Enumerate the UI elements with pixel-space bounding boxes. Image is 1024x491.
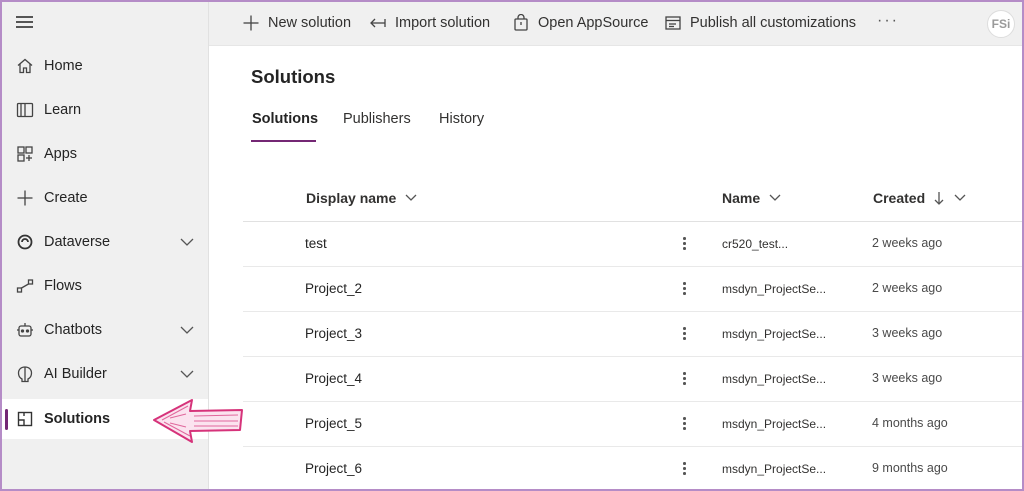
plus-icon xyxy=(243,15,259,31)
selected-tab-indicator xyxy=(251,140,316,142)
brain-icon xyxy=(17,366,33,383)
apps-icon xyxy=(17,146,33,162)
name-cell: msdyn_ProjectSe... xyxy=(722,372,827,386)
sidebar-item-label: Home xyxy=(44,58,83,74)
shopping-bag-icon xyxy=(514,14,528,31)
more-actions-icon[interactable] xyxy=(676,277,692,299)
sidebar-item-label: Dataverse xyxy=(44,234,111,250)
name-cell: msdyn_ProjectSe... xyxy=(722,327,827,341)
new-solution-label: New solution xyxy=(268,15,352,31)
open-appsource-label: Open AppSource xyxy=(538,15,649,31)
more-actions-icon[interactable] xyxy=(676,322,692,344)
sort-descending-icon xyxy=(934,192,944,205)
publish-icon xyxy=(665,16,681,30)
import-solution-label: Import solution xyxy=(395,15,491,31)
more-actions-icon[interactable] xyxy=(676,412,692,434)
more-options-icon[interactable]: ··· xyxy=(877,12,899,30)
created-cell: 3 weeks ago xyxy=(872,371,943,385)
table-row[interactable]: Project_5 msdyn_ProjectSe... 4 months ag… xyxy=(243,402,1024,447)
publish-all-customizations-button[interactable]: Publish all customizations xyxy=(664,11,856,35)
sidebar-item-ai-builder[interactable]: AI Builder xyxy=(0,354,208,394)
dataverse-icon xyxy=(17,234,33,250)
column-header-created[interactable]: Created xyxy=(873,190,967,206)
display-name-cell[interactable]: test xyxy=(305,236,327,251)
display-name-cell[interactable]: Project_2 xyxy=(305,281,362,296)
created-cell: 2 weeks ago xyxy=(872,236,943,250)
display-name-cell[interactable]: Project_3 xyxy=(305,326,362,341)
table-row[interactable]: Project_4 msdyn_ProjectSe... 3 weeks ago xyxy=(243,357,1024,402)
column-header-label: Created xyxy=(873,190,926,206)
display-name-cell[interactable]: Project_4 xyxy=(305,371,362,386)
display-name-cell[interactable]: Project_6 xyxy=(305,461,362,476)
chevron-down-icon[interactable] xyxy=(178,368,196,380)
more-actions-icon[interactable] xyxy=(676,457,692,479)
page-title: Solutions xyxy=(251,66,336,87)
chevron-down-icon xyxy=(769,194,781,201)
sidebar-item-dataverse[interactable]: Dataverse xyxy=(0,222,208,262)
sidebar-item-create[interactable]: Create xyxy=(0,178,208,218)
more-actions-icon[interactable] xyxy=(676,232,692,254)
chevron-down-icon[interactable] xyxy=(178,236,196,248)
table-row[interactable]: Project_6 msdyn_ProjectSe... 9 months ag… xyxy=(243,447,1024,491)
chevron-down-icon xyxy=(405,194,417,201)
column-header-label: Display name xyxy=(306,190,397,206)
import-solution-button[interactable]: Import solution xyxy=(369,11,490,35)
column-header-label: Name xyxy=(722,190,761,206)
sidebar-item-learn[interactable]: Learn xyxy=(0,90,208,130)
publish-all-label: Publish all customizations xyxy=(690,15,857,31)
plus-icon xyxy=(17,190,33,206)
created-cell: 3 weeks ago xyxy=(872,326,943,340)
name-cell: msdyn_ProjectSe... xyxy=(722,282,827,296)
name-cell: msdyn_ProjectSe... xyxy=(722,462,827,476)
more-actions-icon[interactable] xyxy=(676,367,692,389)
sidebar-item-label: Learn xyxy=(44,102,82,118)
table-row[interactable]: test cr520_test... 2 weeks ago xyxy=(243,222,1024,267)
name-cell: msdyn_ProjectSe... xyxy=(722,417,827,431)
sidebar-item-chatbots[interactable]: Chatbots xyxy=(0,310,208,350)
annotation-arrow-icon xyxy=(153,399,243,443)
sidebar-item-home[interactable]: Home xyxy=(0,46,208,86)
flow-icon xyxy=(16,279,34,293)
hamburger-menu-icon[interactable] xyxy=(16,15,34,29)
chevron-down-icon xyxy=(954,194,966,201)
name-cell: cr520_test... xyxy=(722,237,789,251)
tab-solutions[interactable]: Solutions xyxy=(252,111,318,127)
sidebar-item-flows[interactable]: Flows xyxy=(0,266,208,306)
sidebar-item-label: AI Builder xyxy=(44,366,107,382)
sidebar-item-label: Flows xyxy=(44,278,82,294)
column-header-display-name[interactable]: Display name xyxy=(306,190,418,206)
sidebar-item-label: Solutions xyxy=(44,411,111,427)
table-row[interactable]: Project_3 msdyn_ProjectSe... 3 weeks ago xyxy=(243,312,1024,357)
home-icon xyxy=(17,58,33,74)
active-indicator xyxy=(5,409,8,430)
open-appsource-button[interactable]: Open AppSource xyxy=(512,11,648,35)
tab-history[interactable]: History xyxy=(439,111,484,127)
bot-icon xyxy=(17,323,33,337)
created-cell: 4 months ago xyxy=(872,416,948,430)
chevron-down-icon[interactable] xyxy=(178,324,196,336)
command-bar: New solution Import solution Open AppSou… xyxy=(209,0,1024,46)
created-cell: 9 months ago xyxy=(872,461,948,475)
brand-logo: FSi xyxy=(987,10,1015,38)
created-cell: 2 weeks ago xyxy=(872,281,943,295)
new-solution-button[interactable]: New solution xyxy=(242,11,351,35)
column-header-name[interactable]: Name xyxy=(722,190,782,206)
table-row[interactable]: Project_2 msdyn_ProjectSe... 2 weeks ago xyxy=(243,267,1024,312)
sidebar-item-apps[interactable]: Apps xyxy=(0,134,208,174)
sidebar-item-label: Chatbots xyxy=(44,322,103,338)
book-icon xyxy=(16,102,34,118)
solutions-icon xyxy=(17,411,33,427)
import-icon xyxy=(370,18,386,28)
sidebar-item-label: Create xyxy=(44,190,88,206)
display-name-cell[interactable]: Project_5 xyxy=(305,416,362,431)
sidebar-item-label: Apps xyxy=(44,146,78,162)
tab-publishers[interactable]: Publishers xyxy=(343,111,411,127)
